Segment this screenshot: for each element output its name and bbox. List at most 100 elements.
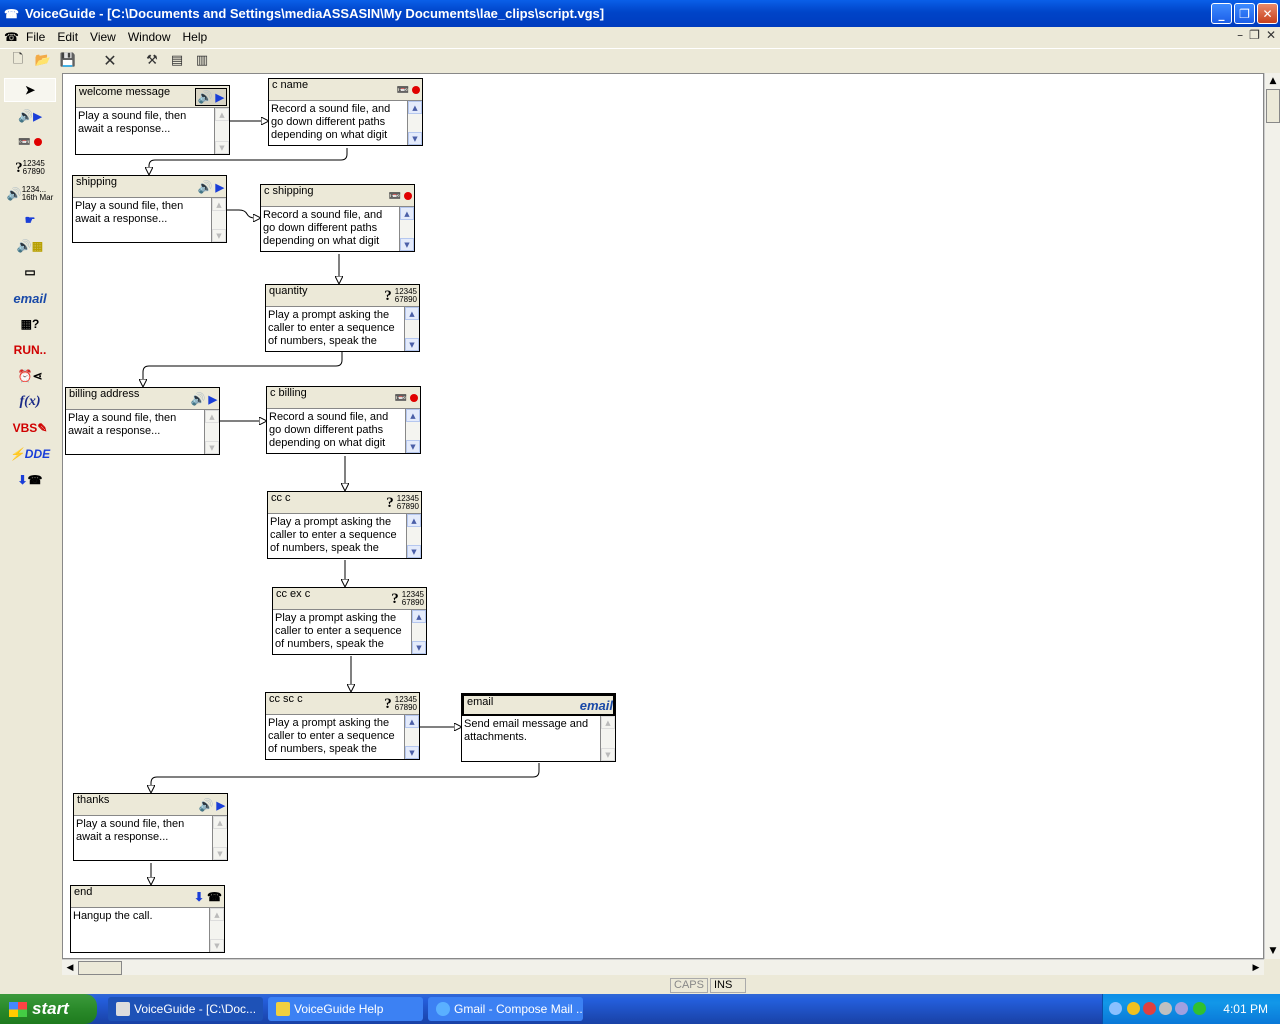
node-description: Record a sound file, and go down differe… <box>261 207 400 251</box>
scroll-right-icon[interactable]: ▶ <box>1248 960 1264 976</box>
evaluate-module-icon[interactable]: f(x) <box>4 390 56 414</box>
open-folder-icon[interactable]: 📂 <box>33 51 53 71</box>
voicemail-module-icon[interactable]: ▭ <box>4 260 56 284</box>
node-scrollbar[interactable]: ▲ ▼ <box>405 715 419 759</box>
tray-check-icon[interactable] <box>1193 1002 1206 1015</box>
node-scrollbar[interactable]: ▲ ▼ <box>405 307 419 351</box>
node-shipping[interactable]: shipping 🔊 ▶ Play a sound file, then awai… <box>72 175 227 243</box>
start-button[interactable]: start <box>0 994 97 1024</box>
fx-label: f(x) <box>19 394 41 409</box>
play-module-icon[interactable]: 🔊 ▶ <box>4 104 56 128</box>
tray-back-icon[interactable] <box>1109 1002 1122 1015</box>
node-end[interactable]: end ⬇ ☎ Hangup the call. ▲ ▼ <box>70 885 225 953</box>
windows-logo-icon <box>9 1002 27 1017</box>
menu-window[interactable]: Window <box>122 30 177 44</box>
voiceguide-task-icon <box>116 1002 130 1016</box>
record-icon: 📼 <box>389 187 412 205</box>
tools-icon[interactable]: ⚒ <box>142 51 162 71</box>
node-scrollbar[interactable]: ▲ ▼ <box>412 610 426 654</box>
document-icon[interactable]: ☎ <box>4 30 20 44</box>
time-date-module-icon[interactable]: 🔊 1234... 16th Mar <box>4 182 56 206</box>
node-scrollbar[interactable]: ▲ ▼ <box>601 716 615 761</box>
record-module-icon[interactable]: 📼 <box>4 130 56 154</box>
menu-edit[interactable]: Edit <box>51 30 84 44</box>
voiceguide-app-icon[interactable]: ☎ <box>4 6 20 22</box>
horizontal-scroll-thumb[interactable] <box>78 961 122 975</box>
node-description: Play a sound file, then await a response… <box>66 410 205 454</box>
node-c-name[interactable]: c name 📼 Record a sound file, and go dow… <box>268 78 423 146</box>
node-scrollbar[interactable]: ▲ ▼ <box>213 816 227 860</box>
run-module-icon[interactable]: RUN.. <box>4 338 56 362</box>
menu-help[interactable]: Help <box>177 30 214 44</box>
get-numbers-icon: ? 12345 67890 <box>386 494 419 511</box>
script-canvas[interactable]: welcome message 🔊 ▶ Play a sound file, th… <box>62 73 1264 959</box>
horizontal-scrollbar[interactable]: ◀ ▶ <box>62 959 1264 975</box>
close-button[interactable]: ✕ <box>1257 3 1278 24</box>
mdi-controls: – ❐ ✕ <box>1237 28 1276 42</box>
tray-network-icon[interactable] <box>1143 1002 1156 1015</box>
play-icon: 🔊 ▶ <box>190 392 217 406</box>
digits-bottom: 67890 <box>394 295 417 304</box>
node-billing-address[interactable]: billing address 🔊 ▶ Play a sound file, th… <box>65 387 220 455</box>
vbs-label: VBS <box>12 421 38 435</box>
menu-view[interactable]: View <box>84 30 122 44</box>
mdi-restore-icon[interactable]: ❐ <box>1249 28 1260 42</box>
email-module-icon[interactable]: email <box>13 291 46 306</box>
node-c-shipping[interactable]: c shipping 📼 Record a sound file, and go… <box>260 184 415 252</box>
node-cc-c[interactable]: cc c ? 12345 67890 Play a prompt asking th… <box>267 491 422 559</box>
node-scrollbar[interactable]: ▲ ▼ <box>212 198 226 242</box>
tray-volume-icon[interactable] <box>1159 1002 1172 1015</box>
node-scrollbar[interactable]: ▲ ▼ <box>408 101 422 145</box>
say-number-module-icon[interactable]: 🔊 ▦ <box>4 234 56 258</box>
save-icon[interactable]: 💾 <box>58 51 78 71</box>
pointer-tool-icon[interactable]: ➤ <box>4 78 56 102</box>
node-description: Record a sound file, and go down differe… <box>267 409 406 453</box>
transfer-module-icon[interactable]: ☛ <box>4 208 56 232</box>
hangup-module-icon[interactable]: ⬇ ☎ <box>4 468 56 492</box>
layout-icon[interactable]: ▥ <box>192 51 212 71</box>
delete-icon[interactable]: ✕ <box>100 51 120 71</box>
clock: 4:01 PM <box>1223 1002 1268 1016</box>
node-scrollbar[interactable]: ▲ ▼ <box>215 108 229 154</box>
node-c-billing[interactable]: c billing 📼 Record a sound file, and go … <box>266 386 421 454</box>
task-voiceguide[interactable]: VoiceGuide - [C:\Doc... <box>108 997 263 1021</box>
get-numbers-icon: ? 12345 67890 <box>384 287 417 304</box>
node-scrollbar[interactable]: ▲ ▼ <box>210 908 224 952</box>
email-icon-label: email <box>579 697 613 713</box>
node-scrollbar[interactable]: ▲ ▼ <box>406 409 420 453</box>
node-scrollbar[interactable]: ▲ ▼ <box>407 514 421 558</box>
task-voiceguide-help[interactable]: VoiceGuide Help <box>268 997 423 1021</box>
vertical-scroll-thumb[interactable] <box>1266 89 1280 123</box>
restore-button[interactable]: ❐ <box>1234 3 1255 24</box>
tray-shield-icon[interactable] <box>1127 1002 1140 1015</box>
title-bar: ☎ VoiceGuide - [C:\Documents and Setting… <box>0 0 1280 27</box>
new-file-icon[interactable]: 🗋 <box>8 51 28 71</box>
digits-bottom: 67890 <box>401 598 424 607</box>
scroll-left-icon[interactable]: ◀ <box>62 960 78 976</box>
node-welcome-message[interactable]: welcome message 🔊 ▶ Play a sound file, th… <box>75 85 230 155</box>
node-scrollbar[interactable]: ▲ ▼ <box>400 207 414 251</box>
mdi-minimize-icon[interactable]: – <box>1237 28 1243 42</box>
node-scrollbar[interactable]: ▲ ▼ <box>205 410 219 454</box>
properties-icon[interactable]: ▤ <box>167 51 187 71</box>
task-gmail[interactable]: Gmail - Compose Mail ... <box>428 997 583 1021</box>
mdi-close-icon[interactable]: ✕ <box>1266 28 1276 42</box>
node-cc-sc-c[interactable]: cc sc c ? 12345 67890 Play a prompt asking… <box>265 692 420 760</box>
node-quantity[interactable]: quantity ? 12345 67890 Play a prompt askin… <box>265 284 420 352</box>
node-thanks[interactable]: thanks 🔊 ▶ Play a sound file, then await … <box>73 793 228 861</box>
tray-app-icon[interactable] <box>1175 1002 1188 1015</box>
minimize-button[interactable]: _ <box>1211 3 1232 24</box>
scroll-down-icon[interactable]: ▼ <box>1265 943 1280 959</box>
menu-file[interactable]: File <box>20 30 51 44</box>
scroll-up-icon[interactable]: ▲ <box>1265 73 1280 89</box>
vertical-scrollbar[interactable]: ▲ ▼ <box>1264 73 1280 959</box>
dde-module-icon[interactable]: ⚡ DDE <box>4 442 56 466</box>
get-numbers-module-icon[interactable]: ? 12345 67890 <box>4 156 56 180</box>
database-module-icon[interactable]: ▦? <box>4 312 56 336</box>
node-description: Play a sound file, then await a response… <box>74 816 213 860</box>
time-switch-module-icon[interactable]: ⏰ ⋖ <box>4 364 56 388</box>
vbscript-module-icon[interactable]: VBS ✎ <box>4 416 56 440</box>
window-title: VoiceGuide - [C:\Documents and Settings\… <box>25 6 605 21</box>
node-email[interactable]: email email Send email message and attac… <box>461 693 616 762</box>
node-cc-ex-c[interactable]: cc ex c ? 12345 67890 Play a prompt asking… <box>272 587 427 655</box>
